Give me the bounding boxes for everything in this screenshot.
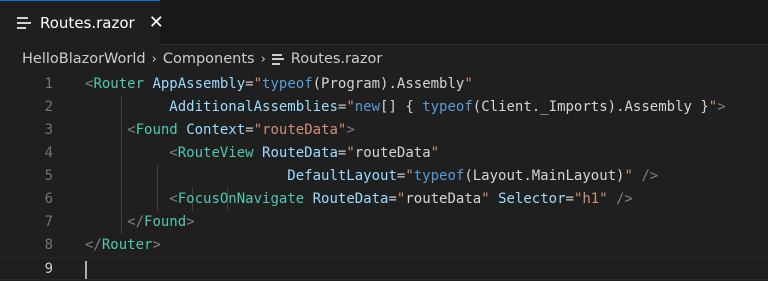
code-token: RouteData [262, 145, 338, 161]
code-token: Found [135, 122, 178, 138]
code-token: " [708, 99, 718, 115]
line-code: <FocusOnNavigate RouteData="routeData" S… [85, 188, 633, 211]
chevron-right-icon: › [151, 51, 157, 67]
code-token: " [346, 145, 355, 161]
line-number: 4 [44, 145, 53, 161]
chevron-right-icon: › [260, 51, 266, 67]
line-number: 3 [44, 122, 53, 138]
code-token: (Client._Imports).Assembly } [472, 99, 709, 115]
code-line[interactable]: 1 <Router AppAssembly="typeof(Program).As… [0, 73, 768, 96]
code-line[interactable]: 8 </Router> [0, 234, 768, 257]
code-line[interactable]: 3 <Found Context="routeData"> [0, 119, 768, 142]
code-token: "routeData" [253, 122, 347, 138]
line-code: <Router AppAssembly="typeof(Program).Ass… [85, 73, 473, 96]
code-token: Context [186, 122, 246, 138]
code-token: = [245, 122, 254, 138]
line-number: 2 [44, 99, 53, 115]
tab-bar: Routes.razor ✕ [0, 0, 768, 45]
code-token: AdditionalAssemblies [169, 99, 338, 115]
code-token: Selector [498, 191, 566, 207]
line-number: 5 [44, 168, 53, 184]
code-token: typeof [262, 76, 313, 92]
line-code: AdditionalAssemblies="new[] { typeof(Cli… [85, 96, 726, 119]
line-code: DefaultLayout="typeof(Layout.MainLayout)… [85, 165, 658, 188]
code-token: < [169, 191, 178, 207]
line-number: 7 [44, 214, 53, 230]
code-token: < [169, 145, 178, 161]
code-line[interactable]: 4 <RouteView RouteData="routeData" [0, 142, 768, 165]
code-token: > [186, 214, 195, 230]
breadcrumb: HelloBlazorWorld › Components › Routes.r… [0, 45, 768, 73]
line-code: </Found> [85, 211, 195, 234]
code-token: " [405, 168, 414, 184]
code-token: </ [127, 214, 145, 230]
line-number: 1 [44, 76, 53, 92]
line-code: <Found Context="routeData"> [85, 119, 355, 142]
code-token: Router [93, 76, 145, 92]
line-code: <RouteView RouteData="routeData" [85, 142, 439, 165]
breadcrumb-item-folder[interactable]: Components [163, 51, 255, 67]
tab-routes-razor[interactable]: Routes.razor ✕ [0, 0, 164, 45]
code-token: new [354, 99, 381, 115]
code-editor[interactable]: 1 <Router AppAssembly="typeof(Program).As… [0, 73, 768, 280]
code-line[interactable]: 5 DefaultLayout="typeof(Layout.MainLayou… [0, 165, 768, 188]
breadcrumb-item-project[interactable]: HelloBlazorWorld [22, 51, 146, 67]
code-token: (Program).Assembly [312, 76, 465, 92]
code-token: RouteView [177, 145, 254, 161]
code-token: Found [144, 214, 187, 230]
code-token: routeData [354, 145, 431, 161]
text-cursor [85, 261, 87, 279]
breadcrumb-item-file[interactable]: Routes.razor [291, 51, 383, 67]
code-line[interactable]: 9 [0, 257, 768, 280]
code-token: > [717, 99, 726, 115]
code-token: " [481, 191, 490, 207]
code-token: [] { [380, 99, 423, 115]
code-token: DefaultLayout [287, 168, 397, 184]
code-token: Router [101, 237, 153, 253]
code-token: " [430, 145, 440, 161]
code-token: "h1" [573, 191, 608, 207]
file-lines-icon [271, 53, 284, 65]
code-line[interactable]: 2 AdditionalAssemblies="new[] { typeof(C… [0, 96, 768, 119]
code-token: RouteData [312, 191, 389, 207]
close-icon[interactable]: ✕ [149, 14, 164, 32]
code-token: FocusOnNavigate [177, 191, 305, 207]
code-token: /> [641, 168, 659, 184]
file-lines-icon [17, 17, 31, 29]
code-token: = [565, 191, 574, 207]
code-token: = [245, 76, 254, 92]
code-token: /> [616, 191, 633, 207]
code-token: " [624, 168, 633, 184]
line-number: 6 [44, 191, 53, 207]
code-token: AppAssembly [152, 76, 246, 92]
code-token: " [253, 76, 263, 92]
code-token: typeof [413, 168, 465, 184]
code-token: routeData [405, 191, 482, 207]
line-code: </Router> [85, 234, 161, 257]
code-token: > [346, 122, 355, 138]
code-token: (Layout.MainLayout) [464, 168, 625, 184]
code-token: typeof [422, 99, 473, 115]
code-line[interactable]: 7 </Found> [0, 211, 768, 234]
tab-label: Routes.razor [40, 14, 135, 32]
code-line[interactable]: 6 <FocusOnNavigate RouteData="routeData"… [0, 188, 768, 211]
line-number: 8 [44, 237, 53, 253]
code-token: " [464, 76, 473, 92]
code-token: < [127, 122, 136, 138]
code-token: " [346, 99, 355, 115]
code-token: = [388, 191, 397, 207]
code-token: </ [85, 237, 102, 253]
code-token: > [152, 237, 161, 253]
